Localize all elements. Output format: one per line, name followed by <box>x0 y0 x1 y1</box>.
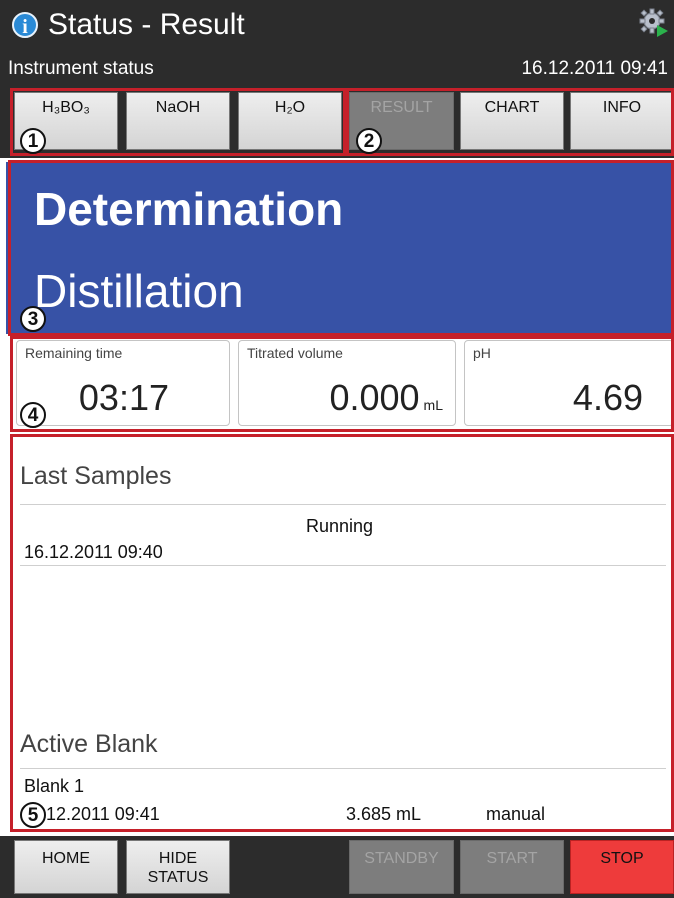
callout-box-2 <box>346 88 674 156</box>
hide-status-label-line1: HIDE <box>158 850 198 867</box>
header-datetime: 16.12.2011 09:41 <box>521 58 668 79</box>
bottom-bar: HOME HIDE STATUS STANDBY START STOP <box>0 836 674 898</box>
hide-status-button[interactable]: HIDE STATUS <box>126 840 230 894</box>
settings-gear-icon[interactable] <box>639 8 669 38</box>
info-icon[interactable]: i <box>12 12 38 38</box>
start-button[interactable]: START <box>460 840 564 894</box>
stop-button[interactable]: STOP <box>570 840 674 894</box>
callout-box-3 <box>8 160 674 336</box>
callout-box-1 <box>10 88 346 156</box>
page-title: Status - Result <box>48 8 245 41</box>
title-bar: i Status - Result Instrument status 16.1… <box>0 0 674 84</box>
callout-box-4 <box>10 336 674 432</box>
callout-box-5 <box>10 434 674 832</box>
callout-number-3: 3 <box>20 306 46 332</box>
instrument-status-label: Instrument status <box>8 58 154 79</box>
callout-number-2: 2 <box>356 128 382 154</box>
callout-number-5: 5 <box>20 802 46 828</box>
standby-button[interactable]: STANDBY <box>349 840 454 894</box>
home-button[interactable]: HOME <box>14 840 118 894</box>
callout-number-1: 1 <box>20 128 46 154</box>
callout-number-4: 4 <box>20 402 46 428</box>
hide-status-label-line2: STATUS <box>147 869 209 886</box>
